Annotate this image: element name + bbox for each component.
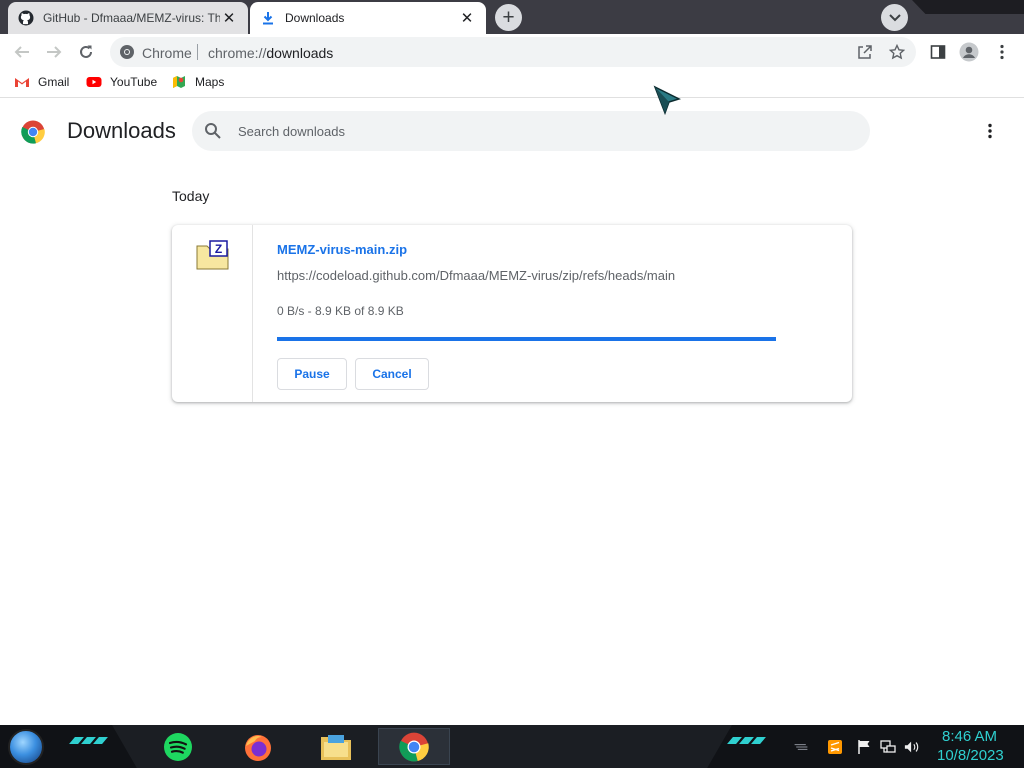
date-section-label: Today [172,188,210,204]
taskbar-decoration-right [727,737,766,744]
address-bar[interactable]: Chrome chrome://downloads [110,37,916,67]
page-menu-icon[interactable] [980,121,1000,141]
search-box[interactable] [192,111,870,151]
taskbar-decoration-left [69,737,108,744]
chrome-taskbar-icon[interactable] [378,728,450,765]
file-name-link[interactable]: MEMZ-virus-main.zip [277,242,407,257]
close-tab-icon[interactable]: ✕ [458,9,476,27]
profile-avatar-icon[interactable] [959,42,979,62]
file-explorer-icon[interactable] [320,731,352,763]
chevron-down-icon [888,13,901,21]
youtube-icon [86,75,102,89]
reload-button[interactable] [74,40,98,64]
progress-fill [277,337,776,341]
tab-title: GitHub - Dfmaaa/MEMZ-virus: Th [43,11,220,25]
search-icon [205,123,221,139]
url-text: chrome://downloads [208,45,334,61]
download-item: Z MEMZ-virus-main.zip https://codeload.g… [172,225,852,402]
back-button[interactable] [10,40,34,64]
maps-icon [171,75,187,89]
chrome-icon [120,45,134,59]
start-button[interactable] [8,729,44,765]
share-icon[interactable] [856,43,874,61]
source-url[interactable]: https://codeload.github.com/Dfmaaa/MEMZ-… [277,268,675,283]
bookmark-label: YouTube [110,75,158,89]
show-hidden-icons-icon[interactable] [793,739,809,755]
progress-bar [277,337,776,341]
downloads-header: Downloads [0,103,1024,159]
site-label: Chrome [142,45,192,61]
bookmark-maps[interactable]: Maps [171,75,224,89]
file-icon-column: Z [172,225,253,402]
bookmark-youtube[interactable]: YouTube [86,75,157,89]
chrome-logo-icon [21,120,45,144]
star-icon[interactable] [888,43,906,61]
bookmarks-bar: Gmail YouTube Maps [0,70,1024,98]
arrow-left-icon [14,46,29,58]
volume-icon[interactable] [904,739,920,755]
more-menu-icon[interactable] [992,42,1012,62]
arrow-right-icon [47,46,62,58]
forward-button[interactable] [42,40,66,64]
download-icon [260,10,276,26]
new-tab-button[interactable]: + [495,4,522,31]
zip-file-icon: Z [196,240,229,270]
close-tab-icon[interactable]: ✕ [220,9,238,27]
cancel-button[interactable]: Cancel [355,358,429,390]
window-frame-decoration [912,0,1024,14]
clock-time[interactable]: 8:46 AM [942,728,997,745]
gmail-icon [14,75,30,89]
side-panel-icon[interactable] [928,42,948,62]
tab-downloads[interactable]: Downloads ✕ [250,2,486,34]
pause-button[interactable]: Pause [277,358,347,390]
tab-search-button[interactable] [881,4,908,31]
toolbar: Chrome chrome://downloads [0,34,1024,70]
bookmark-label: Gmail [38,75,70,89]
github-icon [18,10,34,26]
bookmark-gmail[interactable]: Gmail [14,75,69,89]
svg-text:Z: Z [215,242,222,256]
firefox-icon[interactable] [242,731,274,763]
tab-title: Downloads [285,11,345,25]
spotify-icon[interactable] [162,731,194,763]
search-input[interactable] [236,111,836,151]
tab-strip: GitHub - Dfmaaa/MEMZ-virus: Th ✕ Downloa… [0,0,1024,34]
mouse-cursor-icon [653,85,681,116]
bookmark-label: Maps [195,75,225,89]
action-center-flag-icon[interactable] [856,739,872,755]
tab-github[interactable]: GitHub - Dfmaaa/MEMZ-virus: Th ✕ [8,2,248,34]
page-title: Downloads [67,118,176,143]
clock-date[interactable]: 10/8/2023 [937,747,1004,764]
network-icon[interactable] [880,739,896,755]
divider [197,44,198,60]
download-status: 0 B/s - 8.9 KB of 8.9 KB [277,304,404,318]
sublime-text-icon[interactable] [827,739,843,755]
reload-icon [80,45,92,58]
taskbar: 8:46 AM 10/8/2023 [0,725,1024,768]
